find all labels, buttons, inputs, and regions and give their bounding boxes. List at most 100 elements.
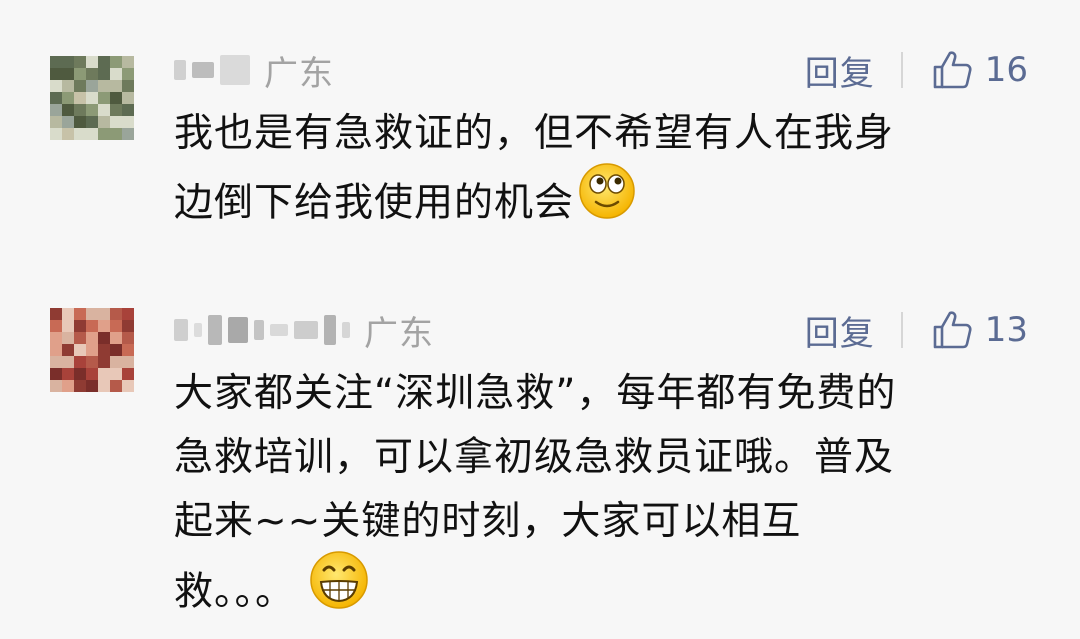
avatar-pixel [110, 356, 122, 368]
avatar-pixel [110, 380, 122, 392]
avatar-pixel [98, 92, 110, 104]
comment-meta: 广东 [174, 46, 334, 94]
comment-item: 广东 回复 16 我也是有急救证的，但不希望有人在我身 边倒下给我使用的机会 [0, 0, 1080, 250]
avatar[interactable] [50, 308, 134, 392]
avatar-pixel [110, 332, 122, 344]
avatar-pixel [110, 128, 122, 140]
action-divider [900, 52, 903, 88]
avatar-pixel [122, 128, 134, 140]
avatar-pixel [74, 332, 86, 344]
avatar-pixel [50, 320, 62, 332]
avatar-pixel [62, 92, 74, 104]
avatar-pixel [50, 128, 62, 140]
like-count: 16 [984, 50, 1028, 90]
avatar-pixel [62, 104, 74, 116]
avatar-pixel [50, 356, 62, 368]
avatar-pixel [62, 356, 74, 368]
avatar-pixel [50, 116, 62, 128]
reply-button[interactable]: 回复 [805, 46, 875, 95]
thumbs-up-icon [933, 51, 972, 89]
avatar-pixel [50, 80, 62, 92]
avatar-pixel [50, 368, 62, 380]
avatar-pixel [50, 344, 62, 356]
username-blurred[interactable] [174, 50, 250, 90]
avatar-pixel [110, 92, 122, 104]
like-button[interactable]: 13 [931, 309, 1028, 351]
avatar-pixel [98, 80, 110, 92]
avatar-pixel [86, 128, 98, 140]
avatar-pixel [98, 344, 110, 356]
avatar-pixel [86, 344, 98, 356]
comment-text-line: 救。。。 [174, 551, 1024, 634]
avatar-pixel [86, 380, 98, 392]
avatar-pixel [98, 332, 110, 344]
avatar-pixel [98, 380, 110, 392]
avatar-pixel [62, 68, 74, 80]
avatar-pixel [74, 308, 86, 320]
like-count: 13 [984, 310, 1028, 350]
comment-text-line: 起来~~关键的时刻，大家可以相互 [174, 499, 802, 544]
avatar-pixel [122, 368, 134, 380]
avatar-pixel [122, 68, 134, 80]
comment-text: 我也是有急救证的，但不希望有人在我身 边倒下给我使用的机会 [174, 102, 1024, 244]
avatar-pixel [62, 320, 74, 332]
comment-text-line: 大家都关注“深圳急救”，每年都有免费的 [174, 371, 897, 416]
avatar-pixel [86, 68, 98, 80]
avatar-pixel [62, 128, 74, 140]
avatar-pixel [110, 68, 122, 80]
avatar-pixel [74, 368, 86, 380]
avatar-pixel [122, 320, 134, 332]
avatar-pixel [110, 320, 122, 332]
avatar-pixel [86, 104, 98, 116]
avatar-pixel [50, 68, 62, 80]
avatar[interactable] [50, 56, 134, 140]
comment-actions: 回复 13 [805, 306, 1028, 354]
avatar-pixel [74, 356, 86, 368]
like-button[interactable]: 16 [931, 49, 1028, 91]
avatar-pixel [98, 368, 110, 380]
avatar-pixel [86, 116, 98, 128]
avatar-pixel [110, 116, 122, 128]
avatar-pixel [50, 104, 62, 116]
avatar-pixel [98, 128, 110, 140]
avatar-pixel [110, 104, 122, 116]
avatar-pixel [50, 56, 62, 68]
avatar-pixel [86, 308, 98, 320]
avatar-pixel [98, 308, 110, 320]
avatar-pixel [74, 116, 86, 128]
avatar-pixel [74, 68, 86, 80]
avatar-pixel [62, 332, 74, 344]
avatar-pixel [122, 80, 134, 92]
username-blurred[interactable] [174, 310, 350, 350]
avatar-pixel [122, 308, 134, 320]
comment-item: 广东 回复 13 大家都关注“深圳急救”，每年都有免费的 急救培训，可以拿初级急… [0, 250, 1080, 639]
avatar-pixel [62, 344, 74, 356]
comment-text: 大家都关注“深圳急救”，每年都有免费的 急救培训，可以拿初级急救员证哦。普及 起… [174, 362, 1024, 634]
avatar-pixel [62, 380, 74, 392]
avatar-pixel [62, 116, 74, 128]
avatar-pixel [122, 104, 134, 116]
avatar-pixel [62, 80, 74, 92]
avatar-pixel [110, 368, 122, 380]
avatar-pixel [98, 356, 110, 368]
avatar-pixel [74, 56, 86, 68]
avatar-pixel [122, 56, 134, 68]
avatar-pixel [50, 92, 62, 104]
avatar-pixel [86, 368, 98, 380]
comment-text-line: 我也是有急救证的，但不希望有人在我身 [174, 111, 895, 156]
avatar-pixel [110, 80, 122, 92]
avatar-pixel [86, 92, 98, 104]
avatar-pixel [122, 344, 134, 356]
avatar-pixel [74, 92, 86, 104]
avatar-pixel [86, 356, 98, 368]
avatar-pixel [122, 380, 134, 392]
avatar-pixel [86, 80, 98, 92]
avatar-pixel [74, 128, 86, 140]
reply-button[interactable]: 回复 [805, 306, 875, 355]
avatar-pixel [122, 92, 134, 104]
eyes-roll-smile-icon [578, 162, 636, 240]
avatar-pixel [86, 56, 98, 68]
avatar-pixel [98, 320, 110, 332]
avatar-pixel [98, 68, 110, 80]
comment-location: 广东 [364, 313, 434, 354]
